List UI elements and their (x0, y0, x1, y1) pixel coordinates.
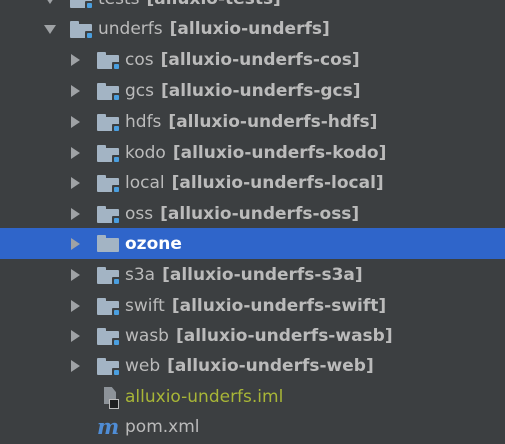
module-name: [alluxio-underfs-gcs] (161, 81, 361, 101)
module-folder-icon (97, 174, 120, 193)
tree-row-label: s3a (125, 265, 156, 285)
module-name: [alluxio-underfs-s3a] (162, 265, 363, 285)
tree-row-iml[interactable]: alluxio-underfs.iml (0, 382, 505, 412)
tree-row-oss[interactable]: oss [alluxio-underfs-oss] (0, 199, 505, 229)
module-folder-icon (97, 82, 120, 101)
collapse-arrow-icon[interactable] (71, 177, 80, 189)
tree-row-s3a[interactable]: s3a [alluxio-underfs-s3a] (0, 260, 505, 290)
collapse-arrow-icon[interactable] (71, 300, 80, 312)
tree-row-label: oss (125, 204, 154, 224)
tree-row-hdfs[interactable]: hdfs [alluxio-underfs-hdfs] (0, 107, 505, 137)
tree-row-label: web (125, 356, 161, 376)
module-name: [alluxio-underfs-web] (167, 356, 374, 376)
expand-arrow-icon[interactable] (44, 0, 56, 4)
module-folder-icon (97, 357, 120, 376)
folder-icon (97, 235, 119, 252)
collapse-arrow-icon[interactable] (71, 147, 80, 159)
tree-row-label: underfs (98, 19, 163, 39)
module-folder-icon (97, 51, 120, 70)
collapse-arrow-icon[interactable] (71, 208, 80, 220)
module-name: [alluxio-underfs-kodo] (172, 143, 387, 163)
module-folder-icon (97, 327, 120, 346)
tree-row-ozone[interactable]: ozone (0, 228, 505, 259)
collapse-arrow-icon[interactable] (71, 116, 80, 128)
project-tree: tests [alluxio-tests] underfs [alluxio-u… (0, 0, 505, 444)
module-name: [alluxio-underfs-hdfs] (168, 112, 378, 132)
tree-row-local[interactable]: local [alluxio-underfs-local] (0, 168, 505, 198)
collapse-arrow-icon[interactable] (71, 360, 80, 372)
module-name: [alluxio-underfs] (169, 19, 330, 39)
tree-row-label: swift (125, 296, 165, 316)
tree-row-pom[interactable]: m pom.xml (0, 412, 505, 442)
maven-icon: m (97, 414, 120, 439)
module-folder-icon (97, 205, 120, 224)
tree-row-label: local (125, 173, 165, 193)
expand-arrow-icon[interactable] (44, 24, 56, 34)
collapse-arrow-icon[interactable] (71, 237, 80, 250)
iml-file-icon (102, 387, 119, 409)
module-folder-icon (97, 297, 120, 316)
tree-row-wasb[interactable]: wasb [alluxio-underfs-wasb] (0, 321, 505, 351)
tree-row-web[interactable]: web [alluxio-underfs-web] (0, 351, 505, 381)
collapse-arrow-icon[interactable] (71, 54, 80, 66)
module-name: [alluxio-underfs-cos] (160, 50, 360, 70)
tree-row-tests[interactable]: tests [alluxio-tests] (0, 0, 505, 14)
module-folder-icon (70, 20, 93, 39)
tree-row-label: cos (125, 50, 154, 70)
module-name: [alluxio-underfs-local] (171, 173, 384, 193)
module-folder-icon (97, 113, 120, 132)
tree-row-label: pom.xml (125, 417, 200, 437)
collapse-arrow-icon[interactable] (71, 330, 80, 342)
tree-row-gcs[interactable]: gcs [alluxio-underfs-gcs] (0, 76, 505, 106)
module-name: [alluxio-underfs-wasb] (175, 326, 393, 346)
tree-row-label: tests (98, 0, 140, 9)
tree-row-underfs[interactable]: underfs [alluxio-underfs] (0, 14, 505, 44)
module-name: [alluxio-underfs-swift] (171, 296, 387, 316)
module-folder-icon (97, 144, 120, 163)
tree-row-label: kodo (125, 143, 166, 163)
module-folder-icon (97, 266, 120, 285)
tree-row-label: gcs (125, 81, 154, 101)
tree-row-swift[interactable]: swift [alluxio-underfs-swift] (0, 291, 505, 321)
tree-row-label: wasb (125, 326, 169, 346)
module-folder-icon (70, 0, 93, 9)
collapse-arrow-icon[interactable] (71, 85, 80, 97)
module-name: [alluxio-underfs-oss] (160, 204, 360, 224)
tree-row-label: alluxio-underfs.iml (125, 387, 284, 407)
tree-row-cos[interactable]: cos [alluxio-underfs-cos] (0, 45, 505, 75)
collapse-arrow-icon[interactable] (71, 269, 80, 281)
tree-row-kodo[interactable]: kodo [alluxio-underfs-kodo] (0, 138, 505, 168)
tree-row-label: ozone (125, 233, 182, 254)
module-name: [alluxio-tests] (147, 0, 281, 9)
tree-row-label: hdfs (125, 112, 162, 132)
